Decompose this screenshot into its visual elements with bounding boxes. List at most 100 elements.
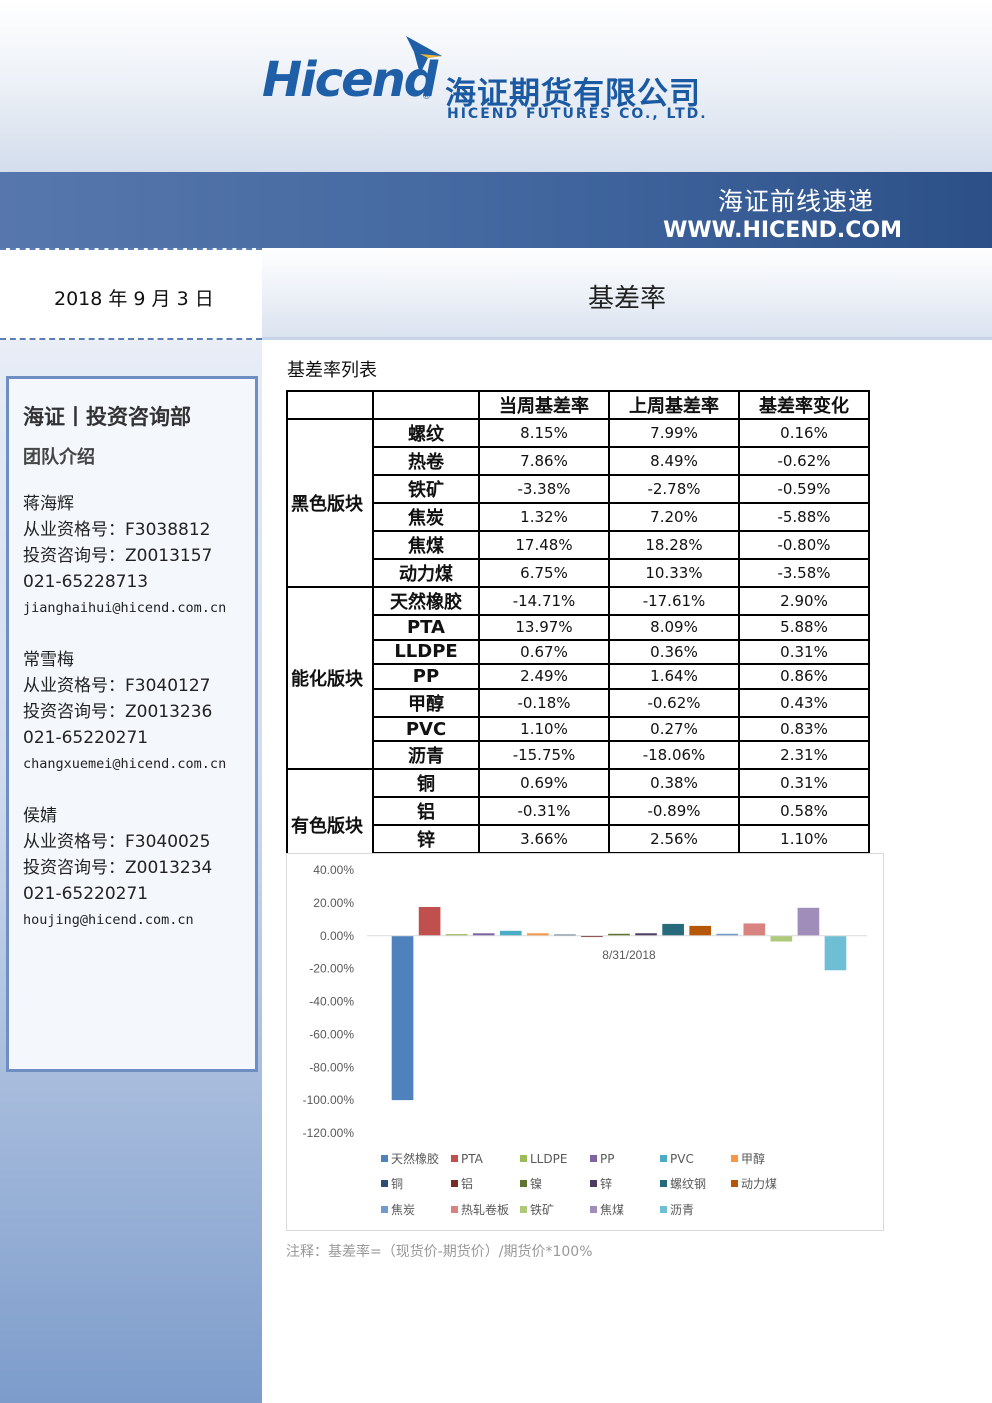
change-value: 2.90% — [738, 586, 870, 616]
x-category-label: 8/31/2018 — [602, 948, 656, 962]
bar-15 — [770, 935, 793, 942]
legend-swatch — [590, 1155, 597, 1162]
table-row: PVC 1.10% 0.27% 0.83% — [287, 715, 870, 743]
basis-rate-chart: 40.00% 20.00% 0.00% -20.00% -40.00% -60.00% -8… — [286, 853, 884, 1231]
company-logo: Hicend ® 海证期货有限公司 HICEND FUTURES CO., LT… — [262, 34, 732, 126]
chart-svg: 40.00% 20.00% 0.00% -20.00% -40.00% -60.00% -8… — [303, 863, 867, 1217]
bar-5 — [499, 930, 522, 936]
change-value: 0.43% — [738, 687, 870, 718]
y-tick-label: 20.00% — [313, 896, 354, 910]
legend-label: 铝 — [461, 1176, 473, 1191]
table-row: 铝 -0.31% -0.89% 0.58% — [287, 796, 870, 827]
y-tick-label: -20.00% — [309, 962, 354, 976]
analyst-name: 侯婧 — [23, 806, 57, 826]
header-change: 基差率变化 — [738, 390, 870, 420]
current-week-value: 17.48% — [478, 530, 610, 560]
current-week-value: 7.86% — [478, 446, 610, 476]
change-value: 0.58% — [738, 796, 870, 827]
legend-label: 动力煤 — [741, 1177, 777, 1191]
table-row: 焦煤 17.48% 18.28% -0.80% — [287, 530, 870, 560]
logo-registered-mark: ® — [422, 92, 431, 102]
legend-swatch — [660, 1206, 667, 1213]
legend-label: 铜 — [391, 1176, 403, 1191]
table-body: 黑色版块 螺纹 8.15% 7.99% 0.16% 热卷 7.86% 8.49% -0.62% 铁… — [286, 418, 870, 883]
bar-11 — [662, 923, 684, 936]
change-value: 1.10% — [738, 824, 870, 855]
analyst-name: 常雪梅 — [23, 650, 74, 670]
legend-label: PVC — [670, 1152, 694, 1166]
y-tick-label: -120.00% — [303, 1126, 355, 1140]
legend-swatch — [381, 1180, 388, 1187]
analyst-email[interactable]: jianghaihui@hicend.com.cn — [23, 595, 226, 621]
legend-swatch — [520, 1155, 527, 1162]
legend-swatch — [731, 1180, 738, 1187]
team-heading: 团队介绍 — [23, 447, 95, 468]
legend-label: PTA — [461, 1152, 484, 1166]
header-previous-week: 上周基差率 — [608, 390, 740, 420]
legend-swatch — [660, 1180, 667, 1187]
footnote: 注释：基差率=（现货价-期货价）/期货价*100% — [286, 1244, 593, 1260]
legend-swatch — [381, 1155, 388, 1162]
table-row: 铁矿 -3.38% -2.78% -0.59% — [287, 474, 870, 504]
change-value: -0.62% — [738, 446, 870, 476]
analyst-email[interactable]: changxuemei@hicend.com.cn — [23, 751, 226, 777]
analyst-card: 蒋海辉 从业资格号：F3038812 投资咨询号：Z0013157 021-65… — [23, 491, 226, 621]
current-week-value: 0.69% — [478, 768, 610, 799]
previous-week-value: -0.62% — [608, 687, 740, 718]
change-value: 2.31% — [738, 740, 870, 771]
bar-1 — [391, 935, 414, 1101]
legend-swatch — [731, 1155, 738, 1162]
y-tick-label: 0.00% — [320, 929, 354, 943]
analyst-phone: 021-65228713 — [23, 572, 149, 592]
legend-swatch — [451, 1155, 458, 1162]
legend-label: 镍 — [530, 1177, 542, 1191]
department-name: 海证丨投资咨询部 — [23, 405, 191, 429]
header-current-week: 当周基差率 — [478, 390, 610, 420]
table-section-title: 基差率列表 — [287, 360, 377, 381]
bar-17 — [824, 935, 847, 971]
previous-week-value: 7.20% — [608, 502, 740, 532]
change-value: 0.31% — [738, 768, 870, 799]
table-row: LLDPE 0.67% 0.36% 0.31% — [287, 638, 870, 666]
commodity-name: LLDPE — [372, 638, 480, 666]
change-value: -3.58% — [738, 558, 870, 588]
change-value: 0.31% — [738, 638, 870, 666]
current-week-value: 6.75% — [478, 558, 610, 588]
change-value: 0.86% — [738, 663, 870, 690]
commodity-name: 铜 — [372, 768, 480, 799]
commodity-name: PVC — [372, 715, 480, 743]
table-row: 焦炭 1.32% 7.20% -5.88% — [287, 502, 870, 532]
legend-swatch — [590, 1206, 597, 1213]
analyst-qualification: 从业资格号：F3040025 — [23, 832, 211, 852]
page-title: 基差率 — [587, 284, 666, 314]
bar-16 — [797, 907, 820, 936]
commodity-name: 焦煤 — [372, 530, 480, 560]
previous-week-value: -2.78% — [608, 474, 740, 504]
logo-wordmark: Hicend — [262, 52, 438, 108]
table-row: PTA 13.97% 8.09% 5.88% — [287, 614, 870, 641]
analyst-consult-id: 投资咨询号：Z0013234 — [23, 858, 213, 878]
current-week-value: 1.10% — [478, 715, 610, 743]
sector-label: 黑色版块 — [286, 418, 374, 588]
analyst-consult-id: 投资咨询号：Z0013157 — [23, 546, 213, 566]
website-link[interactable]: WWW.HICEND.COM — [663, 218, 902, 243]
current-week-value: 0.67% — [478, 638, 610, 666]
table-row: 锌 3.66% 2.56% 1.10% — [287, 824, 870, 855]
commodity-name: 锌 — [372, 824, 480, 855]
current-week-value: -15.75% — [478, 740, 610, 771]
legend-label: 锌 — [600, 1177, 612, 1191]
previous-week-value: 10.33% — [608, 558, 740, 588]
y-tick-label: 40.00% — [313, 863, 354, 877]
header-blank-cell — [372, 390, 480, 420]
current-week-value: 8.15% — [478, 418, 610, 448]
analyst-email[interactable]: houjing@hicend.com.cn — [23, 907, 212, 933]
legend-label: 甲醇 — [741, 1151, 765, 1166]
previous-week-value: -18.06% — [608, 740, 740, 771]
change-value: -0.80% — [738, 530, 870, 560]
commodity-name: 铁矿 — [372, 474, 480, 504]
legend-label: 沥青 — [670, 1203, 694, 1217]
y-tick-label: -60.00% — [309, 1027, 354, 1041]
title-band: 海证前线速递 WWW.HICEND.COM — [0, 172, 992, 248]
company-name-en: HICEND FUTURES CO., LTD. — [447, 106, 708, 122]
current-week-value: 13.97% — [478, 614, 610, 641]
